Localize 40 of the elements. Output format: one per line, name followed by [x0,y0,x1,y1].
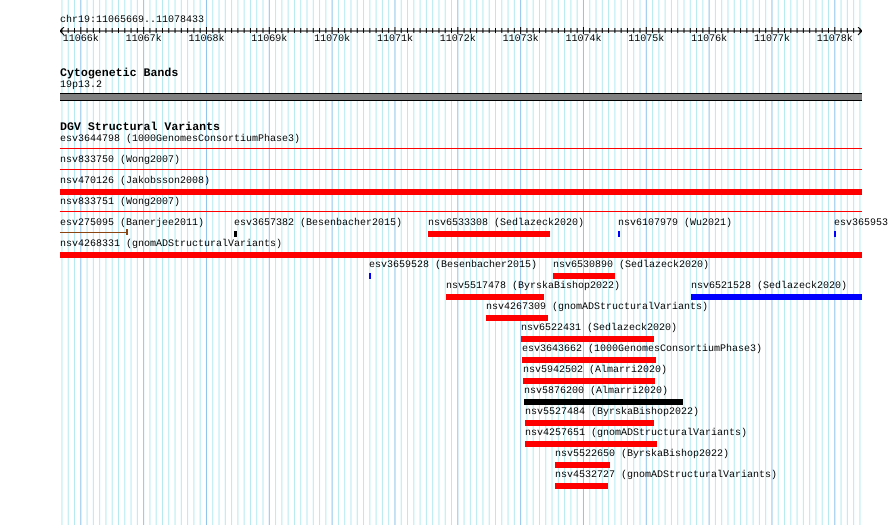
variant-label: nsv6522431 (Sedlazeck2020) [521,323,678,335]
variant-label: nsv4267309 (gnomADStructuralVariants) [486,302,708,314]
variant-label: nsv5876200 (Almarri2020) [524,386,668,398]
variant-label: nsv833750 (Wong2007) [60,155,180,167]
variant-label: esv3659528 (Besenbacher2015) [369,260,538,272]
variant-label: nsv4257651 (gnomADStructuralVariants) [525,428,748,440]
variant-label: nsv6107979 (Wu2021) [618,218,732,230]
variant-label: nsv4532727 (gnomADStructuralVariants) [555,470,778,482]
tick-label: 11074k [565,34,602,46]
variant-label: nsv6521528 (Sedlazeck2020) [691,281,848,293]
track-title: DGV Structural Variants [60,122,220,134]
tick-label: 11069k [251,34,288,46]
band-label: 19p13.2 [60,80,102,92]
tick-label: 11067k [126,34,162,46]
variant-label: esv3657382 (Besenbacher2015) [234,218,402,230]
variant-label: esv3644798 (1000GenomesConsortiumPhase3) [60,134,300,146]
tick-label: 11077k [754,34,790,46]
region-label: chr19:11065669..11078433 [60,15,204,27]
variant-label: nsv6533308 (Sedlazeck2020) [428,218,584,230]
tick-label: 11076k [691,34,728,46]
variant-label: esv365953 [834,218,888,230]
tick-label: 11066k [62,34,99,46]
variant-label: nsv5942502 (Almarri2020) [523,365,668,377]
variant-label: nsv5527484 (ByrskaBishop2022) [525,407,700,419]
variant-label: nsv5517478 (ByrskaBishop2022) [446,281,620,293]
tick-label: 11070k [314,34,350,46]
track-title: Cytogenetic Bands [60,68,178,80]
tick-label: 11078k [816,34,853,46]
tick-label: 11071k [376,34,413,46]
variant-label: nsv5522650 (ByrskaBishop2022) [555,449,730,461]
variant-label: nsv4268331 (gnomADStructuralVariants) [60,239,282,251]
variant-label: nsv470126 (Jakobsson2008) [60,176,210,188]
tick-label: 11072k [440,34,476,46]
tick-label: 11068k [188,34,224,46]
tick-label: 11073k [502,34,539,46]
variant-label: nsv6530890 (Sedlazeck2020) [553,260,710,272]
variant-label: esv3643662 (1000GenomesConsortiumPhase3) [522,344,762,356]
tick-label: 11075k [628,34,664,46]
variant-label: nsv833751 (Wong2007) [60,197,180,209]
variant-label: esv275095 (Banerjee2011) [60,218,204,230]
